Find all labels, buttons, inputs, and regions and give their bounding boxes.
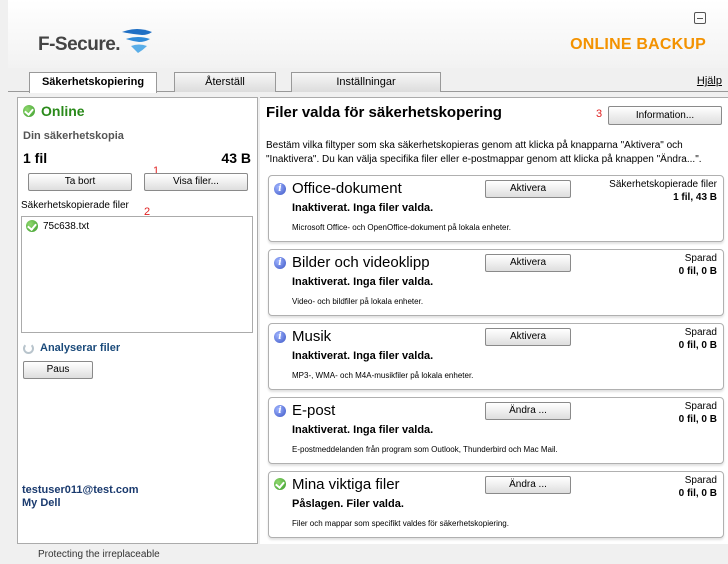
info-icon[interactable]: i (274, 257, 286, 269)
check-icon (23, 105, 35, 117)
category-status-label: Sparad (684, 327, 717, 338)
sidebar: Online Din säkerhetskopia 1 fil 43 B Ta … (17, 97, 258, 544)
file-count: 1 fil (23, 150, 48, 166)
check-icon (26, 220, 38, 232)
category-subtitle: Video- och bildfiler på lokala enheter. (292, 297, 424, 306)
category-title: Mina viktiga filer (292, 476, 400, 493)
minimize-icon[interactable] (694, 12, 706, 24)
category-card-office: i Office-dokument Inaktiverat. Inga file… (268, 175, 724, 242)
account-email: testuser011@test.com (22, 484, 139, 496)
category-status-value: 0 fil, 0 B (678, 488, 717, 499)
analyzing-status: Analyserar filer (23, 342, 120, 354)
pause-button[interactable]: Paus (23, 361, 93, 379)
category-state: Inaktiverat. Inga filer valda. (292, 350, 434, 362)
account-name: My Dell (22, 497, 61, 509)
backup-size: 43 B (221, 150, 251, 166)
main-panel: Filer valda för säkerhetskopering 3 Info… (260, 97, 728, 544)
activate-button[interactable]: Aktivera (485, 328, 571, 346)
category-card-music: i Musik Inaktiverat. Inga filer valda. M… (268, 323, 724, 390)
category-status-label: Sparad (684, 253, 717, 264)
description: Bestäm vilka filtyper som ska säkerhetsk… (266, 140, 702, 165)
help-link[interactable]: Hjälp (697, 75, 722, 87)
category-title: Musik (292, 328, 332, 345)
tab-bar: Säkerhetskopiering Återställ Inställning… (8, 68, 728, 93)
category-subtitle: E-postmeddelanden från program som Outlo… (292, 445, 558, 454)
category-state: Inaktiverat. Inga filer valda. (292, 202, 434, 214)
status-label: Online (41, 103, 85, 119)
fsecure-logo: F-Secure. (38, 34, 121, 55)
category-title: E-post (292, 402, 336, 419)
file-name: 75c638.txt (43, 220, 90, 232)
change-button[interactable]: Ändra ... (485, 476, 571, 494)
activate-button[interactable]: Aktivera (485, 254, 571, 272)
list-item[interactable]: 75c638.txt (26, 220, 89, 232)
delete-button[interactable]: Ta bort (28, 173, 132, 191)
category-subtitle: Microsoft Office- och OpenOffice-dokumen… (292, 223, 511, 232)
refresh-icon (23, 342, 34, 354)
category-status-label: Sparad (684, 401, 717, 412)
information-button[interactable]: Information... (608, 106, 722, 125)
category-status-value: 1 fil, 43 B (673, 192, 717, 203)
check-icon (274, 478, 286, 490)
tab-restore[interactable]: Återställ (174, 72, 276, 92)
category-title: Office-dokument (292, 180, 402, 197)
category-status-value: 0 fil, 0 B (678, 414, 717, 425)
app-window: F-Secure. ONLINE BACKUP Säkerhetskopieri… (0, 0, 728, 564)
category-card-important-files: Mina viktiga filer Påslagen. Filer valda… (268, 471, 724, 538)
info-icon[interactable]: i (274, 183, 286, 195)
product-name: ONLINE BACKUP (570, 36, 706, 53)
annotation-3: 3 (596, 108, 603, 120)
category-title: Bilder och videoklipp (292, 254, 430, 271)
show-files-button[interactable]: Visa filer... (144, 173, 248, 191)
category-card-email: i E-post Inaktiverat. Inga filer valda. … (268, 397, 724, 464)
backup-title: Din säkerhetskopia (23, 130, 124, 142)
info-icon[interactable]: i (274, 331, 286, 343)
app-header: F-Secure. ONLINE BACKUP (8, 0, 728, 68)
tab-backup[interactable]: Säkerhetskopiering (29, 72, 157, 93)
fsecure-logo-icon (122, 29, 152, 53)
category-status-value: 0 fil, 0 B (678, 340, 717, 351)
category-subtitle: MP3-, WMA- och M4A-musikfiler på lokala … (292, 371, 474, 380)
page-title: Filer valda för säkerhetskopering (266, 104, 502, 121)
backed-up-files-list[interactable]: 75c638.txt (21, 216, 253, 333)
category-card-pictures: i Bilder och videoklipp Inaktiverat. Ing… (268, 249, 724, 316)
analyzing-label: Analyserar filer (40, 342, 121, 354)
category-state: Inaktiverat. Inga filer valda. (292, 276, 434, 288)
account-info: testuser011@test.com My Dell (22, 484, 139, 510)
category-subtitle: Filer och mappar som specifikt valdes fö… (292, 519, 509, 528)
info-icon[interactable]: i (274, 405, 286, 417)
tab-settings[interactable]: Inställningar (291, 72, 441, 92)
category-status-label: Sparad (684, 475, 717, 486)
category-state: Påslagen. Filer valda. (292, 498, 404, 510)
category-status-value: 0 fil, 0 B (678, 266, 717, 277)
change-button[interactable]: Ändra ... (485, 402, 571, 420)
online-status: Online (23, 103, 85, 119)
footer-tagline: Protecting the irreplaceable (38, 549, 160, 560)
category-state: Inaktiverat. Inga filer valda. (292, 424, 434, 436)
files-label: Säkerhetskopierade filer (21, 200, 129, 211)
category-status-label: Säkerhetskopierade filer (609, 179, 717, 190)
activate-button[interactable]: Aktivera (485, 180, 571, 198)
